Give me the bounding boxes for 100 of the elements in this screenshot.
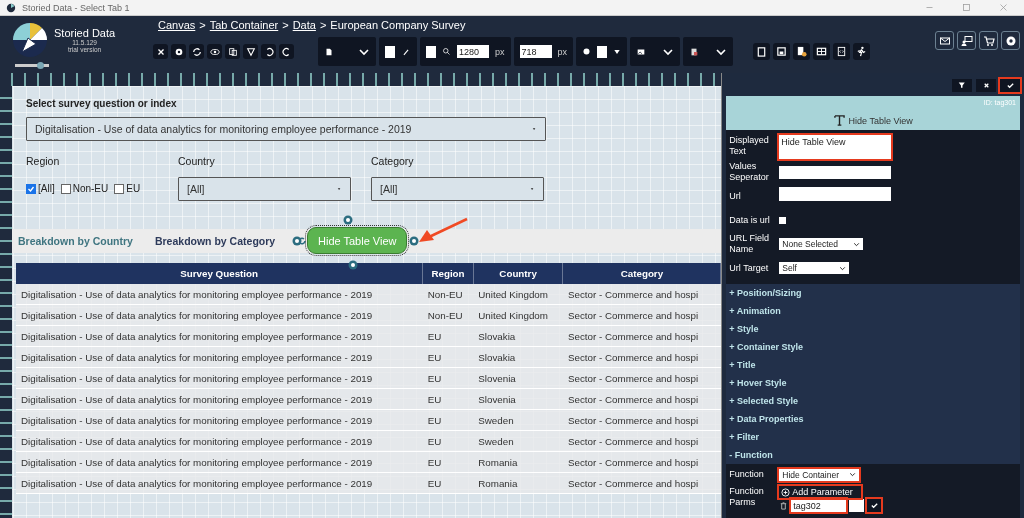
- section-toggle[interactable]: + Hover Style: [726, 374, 1020, 392]
- caret-icon: [530, 186, 535, 192]
- checkbox[interactable]: [26, 183, 36, 194]
- unit-dropdown[interactable]: px: [557, 46, 568, 57]
- mail-button[interactable]: [935, 31, 954, 50]
- unit-dropdown[interactable]: px: [495, 46, 505, 57]
- table-cell: Digitalisation - Use of data analytics for monitoring employee performance - 2019: [16, 430, 423, 452]
- section-toggle[interactable]: + Filter: [726, 428, 1020, 446]
- section-toggle[interactable]: - Function: [726, 446, 1020, 464]
- checkbox[interactable]: [114, 183, 125, 194]
- redo-button[interactable]: [279, 44, 294, 59]
- color-swatch[interactable]: [385, 45, 395, 58]
- save-icon: [776, 46, 788, 57]
- plus-circle-icon: [781, 487, 791, 497]
- question-label: Select survey question or index: [26, 98, 178, 109]
- width-field[interactable]: 1280: [457, 45, 489, 58]
- mail-icon: [938, 34, 951, 47]
- breadcrumb-text: >: [319, 19, 327, 31]
- chevron-down-icon: [849, 471, 857, 478]
- eye-button[interactable]: [207, 44, 222, 59]
- section-toggle[interactable]: + Selected Style: [726, 392, 1020, 410]
- zoom-icon[interactable]: [442, 47, 451, 56]
- clipboard-button[interactable]: [753, 43, 771, 60]
- close-button[interactable]: [153, 44, 168, 59]
- tab[interactable]: Breakdown by Country: [18, 235, 133, 247]
- check-icon: [1005, 81, 1015, 90]
- section-toggle[interactable]: + Container Style: [726, 338, 1020, 356]
- page-icon[interactable]: [324, 46, 334, 57]
- section-toggle[interactable]: + Title: [726, 356, 1020, 374]
- column-header: Region: [422, 263, 474, 284]
- confirm-button[interactable]: [867, 499, 882, 512]
- redo-icon: [281, 46, 292, 57]
- dropdown[interactable]: None Selected: [779, 238, 864, 250]
- region-label: Region: [26, 155, 61, 167]
- element-title: Hide Table View: [848, 116, 913, 126]
- function-dropdown[interactable]: Hide Container: [779, 468, 860, 481]
- clipboard-icon: [756, 46, 768, 57]
- text-area[interactable]: Hide Table View: [779, 135, 892, 159]
- country-dropdown[interactable]: [All]: [178, 177, 351, 201]
- trash-icon[interactable]: [779, 501, 789, 510]
- breadcrumb-link[interactable]: Canvas: [158, 19, 196, 31]
- table-cell: Digitalisation - Use of data analytics for monitoring employee performance - 2019: [16, 304, 423, 326]
- field-label: Displayed Text: [729, 135, 770, 157]
- presentation-button[interactable]: [957, 31, 976, 50]
- running-figure-button[interactable]: [853, 43, 871, 60]
- checkbox[interactable]: [60, 183, 71, 194]
- breadcrumb-link[interactable]: Tab Container: [209, 19, 279, 31]
- settings-button[interactable]: [1001, 31, 1020, 50]
- parameter-field[interactable]: tag302: [791, 499, 847, 512]
- add-parameter-button[interactable]: Add Parameter: [779, 486, 862, 498]
- close-button[interactable]: [976, 79, 996, 92]
- apply-button[interactable]: [1000, 79, 1020, 92]
- annotation-arrow: [417, 217, 469, 245]
- caret-icon: [532, 126, 537, 132]
- input-field[interactable]: [779, 165, 892, 179]
- save-button[interactable]: [773, 43, 791, 60]
- gear-button[interactable]: [171, 44, 186, 59]
- move-left-handle[interactable]: [292, 236, 302, 246]
- caret-icon[interactable]: [613, 47, 622, 56]
- field-label: Function Parms: [729, 486, 765, 508]
- table-cell: Digitalisation - Use of data analytics for monitoring employee performance - 2019: [16, 472, 423, 494]
- refresh-button[interactable]: [189, 44, 204, 59]
- table-cell: Slovakia: [473, 346, 563, 368]
- section-toggle[interactable]: + Style: [726, 320, 1020, 338]
- height-field[interactable]: 718: [519, 45, 552, 58]
- code-file-button[interactable]: [833, 43, 851, 60]
- filter-button[interactable]: [243, 44, 258, 59]
- category-dropdown[interactable]: [All]: [371, 177, 544, 201]
- column-header: Survey Question: [16, 263, 423, 284]
- dropdown[interactable]: Self: [779, 262, 850, 274]
- move-right-handle[interactable]: [409, 236, 419, 246]
- section-toggle[interactable]: + Animation: [726, 302, 1020, 320]
- table-cell: Digitalisation - Use of data analytics for monitoring employee performance - 2019: [16, 346, 423, 368]
- document-info-icon: [796, 46, 808, 57]
- table-button[interactable]: [813, 43, 831, 60]
- cart-button[interactable]: [979, 31, 998, 50]
- color-swatch[interactable]: [597, 45, 608, 58]
- section-toggle[interactable]: + Position/Sizing: [726, 284, 1020, 302]
- table-cell: Romania: [473, 451, 563, 473]
- copy-button[interactable]: [225, 44, 240, 59]
- check-icon: [27, 184, 35, 193]
- breadcrumb-text: European Company Survey: [330, 19, 466, 31]
- tab[interactable]: Breakdown by Category: [154, 235, 276, 247]
- document-icon[interactable]: [689, 46, 700, 57]
- zoom-slider[interactable]: [15, 64, 49, 67]
- table-cell: Digitalisation - Use of data analytics for monitoring employee performance - 2019: [16, 325, 423, 347]
- question-dropdown[interactable]: Digitalisation - Use of data analytics for monitoring employee performance - 2019: [26, 117, 546, 141]
- breadcrumb-link[interactable]: Data: [292, 19, 316, 31]
- settings-icon: [1004, 34, 1017, 47]
- undo-button[interactable]: [261, 44, 276, 59]
- eye-icon: [209, 46, 220, 57]
- table-cell: Sector - Commerce and hospi: [563, 284, 721, 305]
- clear-filter-button[interactable]: [952, 79, 972, 92]
- color-swatch[interactable]: [426, 45, 436, 58]
- move-up-handle[interactable]: [343, 215, 353, 225]
- table-cell: Digitalisation - Use of data analytics for monitoring employee performance - 2019: [16, 409, 423, 431]
- running-figure-icon: [856, 46, 868, 57]
- section-toggle[interactable]: + Data Properties: [726, 410, 1020, 428]
- checkbox[interactable]: [779, 216, 787, 224]
- document-info-button[interactable]: [793, 43, 811, 60]
